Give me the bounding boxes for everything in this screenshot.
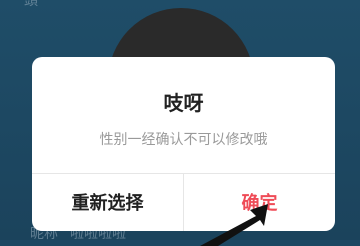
confirm-dialog: 吱呀 性别一经确认不可以修改哦 重新选择 确定 xyxy=(32,57,335,231)
pointer-arrow-icon xyxy=(200,204,268,246)
dialog-message: 性别一经确认不可以修改哦 xyxy=(99,132,268,148)
dialog-title: 吱呀 xyxy=(163,91,204,115)
header-text: 頭 xyxy=(24,0,38,9)
reselect-button[interactable]: 重新选择 xyxy=(32,173,183,231)
